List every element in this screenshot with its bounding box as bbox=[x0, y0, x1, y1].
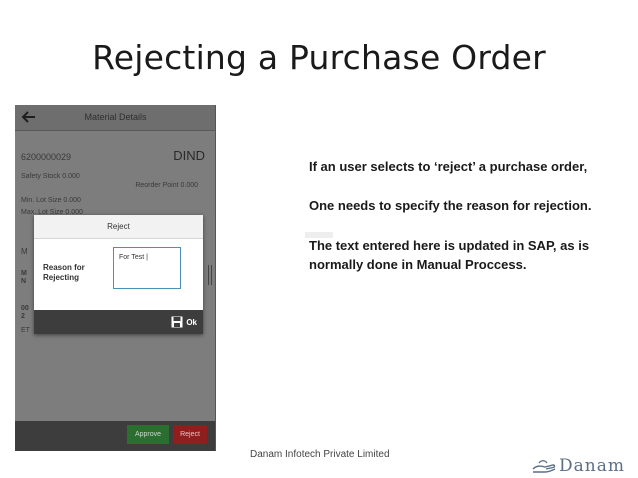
dialog-footer: Ok bbox=[34, 310, 203, 334]
dialog-title: Reject bbox=[34, 215, 203, 239]
ok-label: Ok bbox=[186, 317, 197, 327]
company-name: Danam Infotech Private Limited bbox=[250, 449, 390, 460]
partial-label: M bbox=[21, 247, 28, 256]
description-line: The text entered here is updated in SAP,… bbox=[309, 238, 590, 272]
description-line: One needs to specify the reason for reje… bbox=[309, 198, 592, 213]
partial-header: M bbox=[21, 270, 27, 277]
partial-row: 00 bbox=[21, 305, 29, 312]
safety-stock: Safety Stock 0.000 bbox=[21, 173, 80, 180]
po-code: DIND bbox=[173, 148, 205, 163]
reason-label: Reason for Rejecting bbox=[43, 263, 85, 282]
app-header: Material Details bbox=[15, 105, 215, 131]
phone-screenshot: Material Details 6200000029 DIND Safety … bbox=[15, 105, 216, 451]
approve-button[interactable]: Approve bbox=[127, 425, 169, 444]
ok-button[interactable]: Ok bbox=[171, 313, 197, 331]
reason-input[interactable]: For Test | bbox=[113, 247, 181, 289]
min-lot-size: Min. Lot Size 0.000 bbox=[21, 197, 81, 204]
partial-row: 2 bbox=[21, 313, 25, 320]
hand-icon bbox=[532, 460, 556, 473]
save-icon bbox=[171, 316, 183, 328]
po-number: 6200000029 bbox=[21, 152, 72, 162]
scroll-handle[interactable] bbox=[208, 265, 212, 285]
partial-header: N bbox=[21, 278, 27, 285]
partial-row: ET bbox=[21, 327, 30, 334]
slide-title: Rejecting a Purchase Order bbox=[92, 38, 546, 77]
header-title: Material Details bbox=[84, 112, 147, 122]
reject-button[interactable]: Reject bbox=[173, 425, 207, 444]
reorder-point: Reorder Point 0.000 bbox=[135, 182, 198, 189]
logo-text: Danam bbox=[559, 456, 625, 476]
reject-dialog: Reject Reason for Rejecting For Test | O… bbox=[34, 215, 203, 334]
description-line: If an user selects to ‘reject’ a purchas… bbox=[309, 159, 588, 174]
company-logo: Danam bbox=[531, 455, 631, 477]
